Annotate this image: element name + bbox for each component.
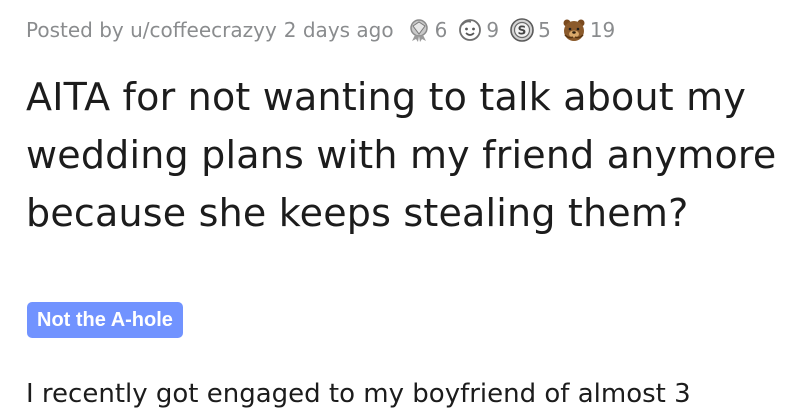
award-count: 6 [434,18,448,42]
award-wholesome[interactable]: 9 [457,17,499,43]
coin-award-icon: S [510,18,534,42]
post-body: I recently got engaged to my boyfriend o… [26,379,691,409]
post-age: 2 days ago [283,18,394,42]
post-meta: Posted by u/coffeecrazyy 2 days ago 6 9 [26,12,625,48]
wholesome-award-icon [459,19,482,41]
post-title[interactable]: AITA for not wanting to talk about my we… [26,68,794,242]
award-count: 19 [589,18,616,42]
award-silver[interactable]: 6 [406,17,448,43]
bear-award-icon [563,19,585,41]
award-count: 9 [486,18,500,42]
post-flair[interactable]: Not the A-hole [27,302,183,338]
award-coin[interactable]: S 5 [509,17,551,43]
posted-by-label: Posted by [26,18,124,42]
silver-award-icon [409,19,428,42]
award-count: 5 [538,18,551,42]
author-link[interactable]: u/coffeecrazyy [130,18,277,42]
award-bear[interactable]: 19 [561,17,615,43]
svg-text:S: S [518,24,527,38]
post-card: Posted by u/coffeecrazyy 2 days ago 6 9 [0,0,800,420]
